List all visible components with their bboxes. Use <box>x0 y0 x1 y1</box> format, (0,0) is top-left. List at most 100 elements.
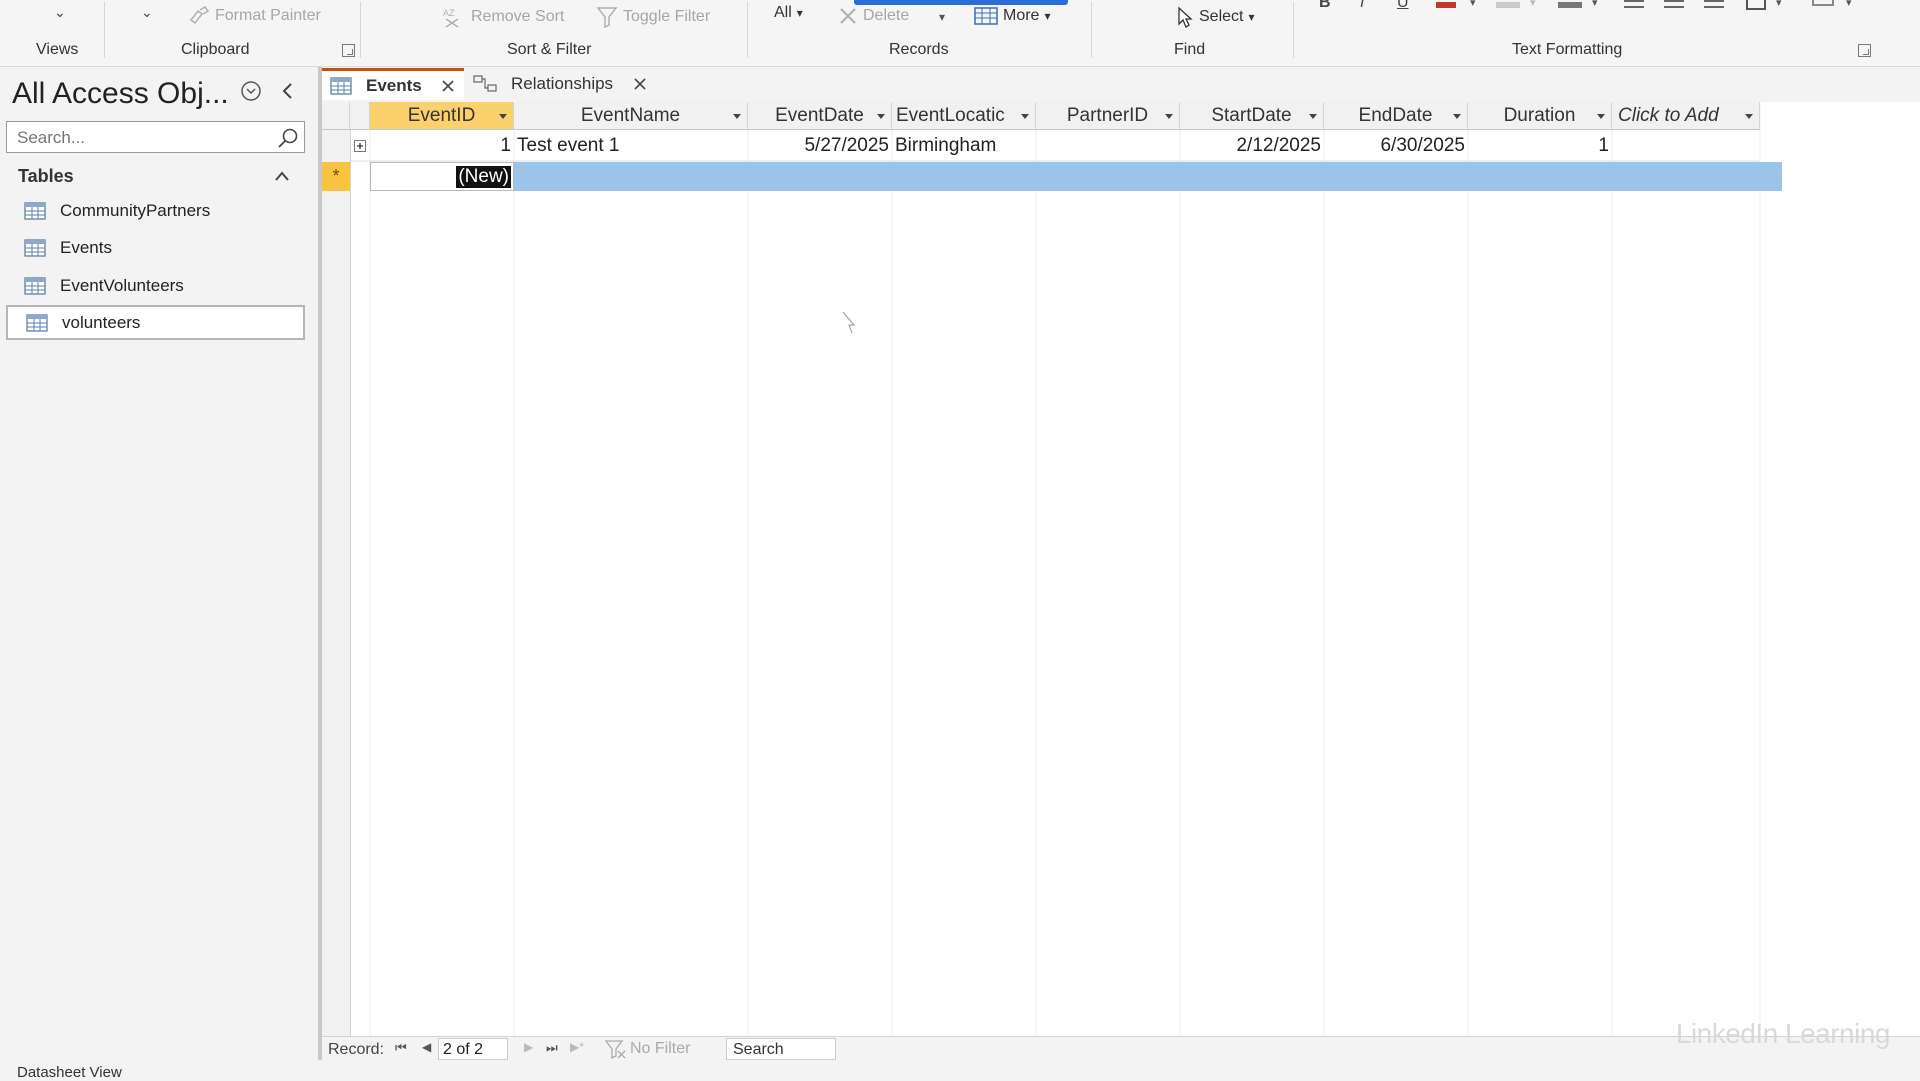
font-color-icon[interactable] <box>1436 2 1456 8</box>
cell-enddate[interactable]: 6/30/2025 <box>1324 131 1468 161</box>
column-header-click-to-add[interactable]: Click to Add <box>1612 102 1760 130</box>
nav-item-communitypartners[interactable]: CommunityPartners <box>6 193 305 228</box>
ribbon-group-sort-filter: Sort & Filter <box>507 41 592 58</box>
search-icon[interactable] <box>277 127 299 149</box>
align-right-icon[interactable] <box>1704 0 1724 8</box>
nav-search-input[interactable] <box>15 127 279 149</box>
align-left-icon[interactable] <box>1624 0 1644 8</box>
column-header-partnerid[interactable]: PartnerID <box>1036 102 1180 130</box>
next-record-icon[interactable]: ▶ <box>524 1040 533 1054</box>
nav-search-box[interactable] <box>6 121 305 153</box>
current-record-field[interactable]: 2 of 2 <box>438 1038 508 1060</box>
grid-lines <box>350 102 1761 1036</box>
format-painter-button[interactable]: Format Painter <box>188 6 321 26</box>
column-header-label: StartDate <box>1211 104 1292 126</box>
tab-relationships[interactable]: Relationships <box>468 68 658 100</box>
ribbon-separator <box>1293 2 1294 58</box>
highlight-color-icon[interactable] <box>1496 2 1520 8</box>
datasheet[interactable]: EventID EventName EventDate EventLocatic… <box>322 102 1920 1036</box>
text-formatting-launcher-icon[interactable] <box>1858 44 1871 57</box>
new-record-icon[interactable]: ▶* <box>570 1040 584 1054</box>
close-icon[interactable] <box>633 77 647 91</box>
column-header-startdate[interactable]: StartDate <box>1180 102 1324 130</box>
delete-button[interactable]: Delete <box>838 6 909 26</box>
collapse-pane-icon[interactable] <box>280 81 296 101</box>
column-header-duration[interactable]: Duration <box>1468 102 1612 130</box>
chevron-down-icon[interactable] <box>1021 114 1029 119</box>
cell-eventlocation[interactable]: Birmingham <box>892 131 1036 161</box>
nav-pane-title[interactable]: All Access Obj... <box>12 77 229 111</box>
new-record-selector[interactable]: * <box>322 162 350 191</box>
clipboard-launcher-icon[interactable] <box>342 44 355 57</box>
new-record-row[interactable] <box>370 162 1782 191</box>
status-bar: Datasheet View <box>0 1062 1920 1081</box>
more-button[interactable]: More ▾ <box>974 6 1050 26</box>
delete-dropdown-icon[interactable]: ▾ <box>939 10 945 24</box>
italic-icon[interactable]: I <box>1360 0 1364 12</box>
nav-item-events[interactable]: Events <box>6 230 305 265</box>
chevron-down-icon[interactable] <box>733 114 741 119</box>
filter-status[interactable]: No Filter <box>604 1039 690 1059</box>
ribbon-separator <box>747 2 748 58</box>
toggle-filter-button[interactable]: Toggle Filter <box>596 6 710 28</box>
cell-eventdate[interactable]: 5/27/2025 <box>748 131 892 161</box>
chevron-down-icon[interactable] <box>499 114 507 119</box>
column-header-eventid[interactable]: EventID <box>370 102 514 130</box>
previous-record-icon[interactable]: ◀ <box>422 1040 431 1054</box>
column-header-eventname[interactable]: EventName <box>514 102 748 130</box>
table-icon <box>24 201 46 220</box>
gridlines-icon[interactable] <box>1746 0 1766 10</box>
column-header-eventlocation[interactable]: EventLocatic <box>892 102 1036 130</box>
chevron-up-icon[interactable] <box>274 170 290 182</box>
last-record-icon[interactable]: ⏭ <box>546 1040 558 1056</box>
chevron-down-icon[interactable] <box>877 114 885 119</box>
column-header-label: EventName <box>580 104 681 126</box>
nav-item-label: Events <box>60 237 112 257</box>
cell-eventname[interactable]: Test event 1 <box>514 131 748 161</box>
bold-icon[interactable]: B <box>1319 0 1331 12</box>
chevron-down-icon[interactable] <box>1597 114 1605 119</box>
refresh-all-button[interactable]: All ▾ <box>774 4 803 22</box>
cell-eventid[interactable]: 1 <box>370 131 514 161</box>
tab-events[interactable]: Events <box>322 68 464 100</box>
status-view-label: Datasheet View <box>17 1064 122 1081</box>
cell-duration[interactable]: 1 <box>1468 131 1612 161</box>
fill-color-icon[interactable] <box>1558 2 1582 8</box>
chevron-down-icon[interactable]: ▾ <box>1846 0 1852 9</box>
chevron-down-icon[interactable] <box>1309 114 1317 119</box>
align-center-icon[interactable] <box>1664 0 1684 8</box>
delete-icon <box>840 8 856 24</box>
expand-plus-icon[interactable] <box>354 140 366 152</box>
column-header-eventdate[interactable]: EventDate <box>748 102 892 130</box>
table-row[interactable]: 1 Test event 1 5/27/2025 Birmingham 2/12… <box>322 131 1760 161</box>
cell-partnerid[interactable] <box>1036 131 1180 161</box>
nav-item-eventvolunteers[interactable]: EventVolunteers <box>6 268 305 303</box>
cell-startdate[interactable]: 2/12/2025 <box>1180 131 1324 161</box>
chevron-down-icon[interactable] <box>1745 114 1753 119</box>
chevron-down-icon[interactable]: ▾ <box>1470 0 1476 9</box>
select-button[interactable]: Select ▾ <box>1176 6 1255 28</box>
remove-sort-button[interactable]: AZ Remove Sort <box>442 6 564 28</box>
nav-item-volunteers[interactable]: volunteers <box>6 305 305 340</box>
tables-section-header[interactable]: Tables <box>18 166 298 188</box>
column-header-enddate[interactable]: EndDate <box>1324 102 1468 130</box>
nav-menu-dropdown-icon[interactable] <box>240 80 262 102</box>
delete-label: Delete <box>863 7 910 24</box>
views-dropdown-icon[interactable]: ⌄ <box>54 4 66 21</box>
record-selector-header[interactable] <box>322 102 350 130</box>
chevron-down-icon[interactable] <box>1165 114 1173 119</box>
chevron-down-icon[interactable]: ▾ <box>1592 0 1598 9</box>
nav-item-label: CommunityPartners <box>60 200 211 220</box>
chevron-down-icon[interactable]: ▾ <box>1776 0 1782 9</box>
alternate-row-color-icon[interactable] <box>1812 0 1834 6</box>
new-record-eventid-cell[interactable]: (New) <box>370 162 514 191</box>
record-search-box[interactable]: Search <box>726 1038 836 1060</box>
chevron-down-icon[interactable] <box>1453 114 1461 119</box>
first-record-icon[interactable]: ⏮ <box>395 1040 407 1056</box>
remove-sort-label: Remove Sort <box>471 8 565 25</box>
remove-sort-icon: AZ <box>443 8 459 28</box>
chevron-down-icon[interactable]: ▾ <box>1530 0 1536 9</box>
close-icon[interactable] <box>441 79 455 93</box>
paste-dropdown-icon[interactable]: ⌄ <box>141 4 153 21</box>
underline-icon[interactable]: U <box>1397 0 1409 12</box>
